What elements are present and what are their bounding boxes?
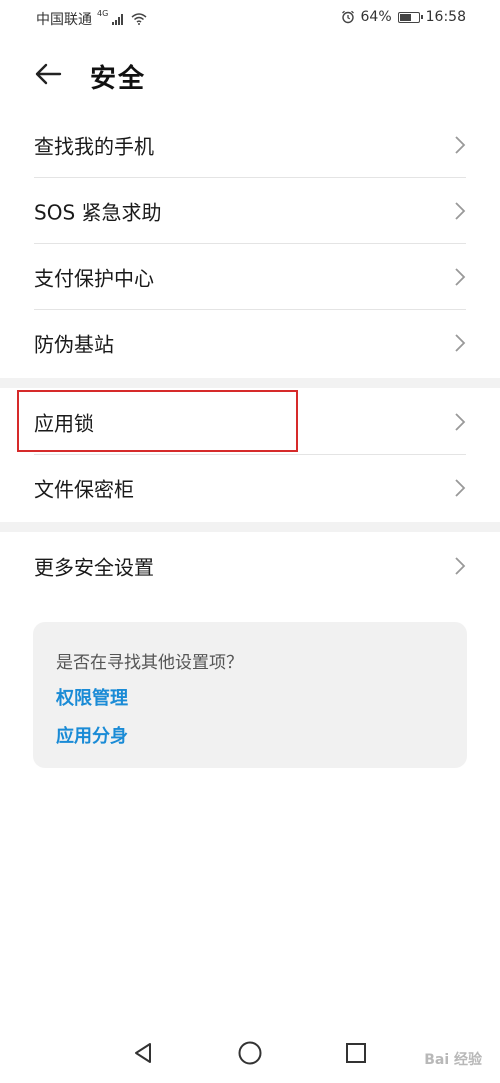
menu-item-payment-protection[interactable]: 支付保护中心	[0, 244, 500, 310]
security-group-2: 应用锁 文件保密柜	[0, 389, 500, 521]
circle-home-icon	[238, 1041, 262, 1065]
chevron-right-icon	[455, 334, 466, 352]
security-group-1: 查找我的手机 SOS 紧急求助 支付保护中心 防伪基站	[0, 112, 500, 376]
page-header: 安全	[0, 48, 500, 100]
nav-recents-button[interactable]	[342, 1039, 370, 1067]
status-right: 64% 16:58	[341, 9, 466, 25]
watermark: Bai 经验	[424, 1052, 482, 1068]
menu-item-find-my-phone[interactable]: 查找我的手机	[0, 112, 500, 178]
battery-icon	[397, 11, 423, 23]
menu-item-file-safe[interactable]: 文件保密柜	[0, 455, 500, 521]
menu-item-app-lock[interactable]: 应用锁	[0, 389, 500, 455]
nav-back-button[interactable]	[130, 1039, 158, 1067]
chevron-right-icon	[455, 136, 466, 154]
chevron-right-icon	[455, 268, 466, 286]
page-title: 安全	[90, 64, 147, 94]
chevron-right-icon	[455, 479, 466, 497]
menu-item-anti-fake-base-station[interactable]: 防伪基站	[0, 310, 500, 376]
menu-item-label: 应用锁	[34, 411, 94, 436]
menu-item-label: 文件保密柜	[34, 477, 134, 502]
menu-item-label: 支付保护中心	[34, 266, 154, 291]
clock-time: 16:58	[425, 9, 466, 25]
menu-item-sos[interactable]: SOS 紧急求助	[0, 178, 500, 244]
wifi-icon	[131, 13, 147, 25]
network-type: 4G	[97, 8, 109, 18]
security-settings-screen: 中国联通 4G 64% 16:58 安全 查找我的手机 SOS 紧急求助 支付保…	[0, 0, 500, 1083]
section-separator	[0, 378, 500, 388]
menu-item-more-security-settings[interactable]: 更多安全设置	[0, 533, 500, 599]
nav-home-button[interactable]	[236, 1039, 264, 1067]
chevron-right-icon	[455, 202, 466, 220]
suggestion-question: 是否在寻找其他设置项？	[56, 653, 243, 673]
menu-item-label: 查找我的手机	[34, 134, 154, 159]
menu-item-label: 防伪基站	[34, 332, 114, 357]
signal-icon	[112, 13, 124, 25]
status-left: 中国联通 4G	[36, 9, 147, 29]
suggestion-card: 是否在寻找其他设置项？ 权限管理 应用分身	[33, 622, 467, 768]
chevron-right-icon	[455, 557, 466, 575]
square-recents-icon	[346, 1043, 366, 1063]
battery-fill	[399, 13, 411, 21]
back-button[interactable]	[30, 56, 66, 92]
navigation-bar: Bai 经验	[0, 1025, 500, 1083]
link-permission-management[interactable]: 权限管理	[56, 684, 128, 710]
chevron-right-icon	[455, 413, 466, 431]
carrier-name: 中国联通	[36, 12, 92, 28]
alarm-icon	[341, 10, 354, 24]
security-group-3: 更多安全设置	[0, 533, 500, 599]
menu-item-label: SOS 紧急求助	[34, 200, 162, 225]
link-app-twin[interactable]: 应用分身	[56, 722, 128, 748]
menu-item-label: 更多安全设置	[34, 555, 154, 580]
triangle-back-icon	[135, 1043, 151, 1063]
back-arrow-icon	[35, 63, 62, 85]
status-bar: 中国联通 4G 64% 16:58	[0, 0, 500, 34]
section-separator	[0, 522, 500, 532]
battery-percent: 64%	[360, 9, 392, 25]
